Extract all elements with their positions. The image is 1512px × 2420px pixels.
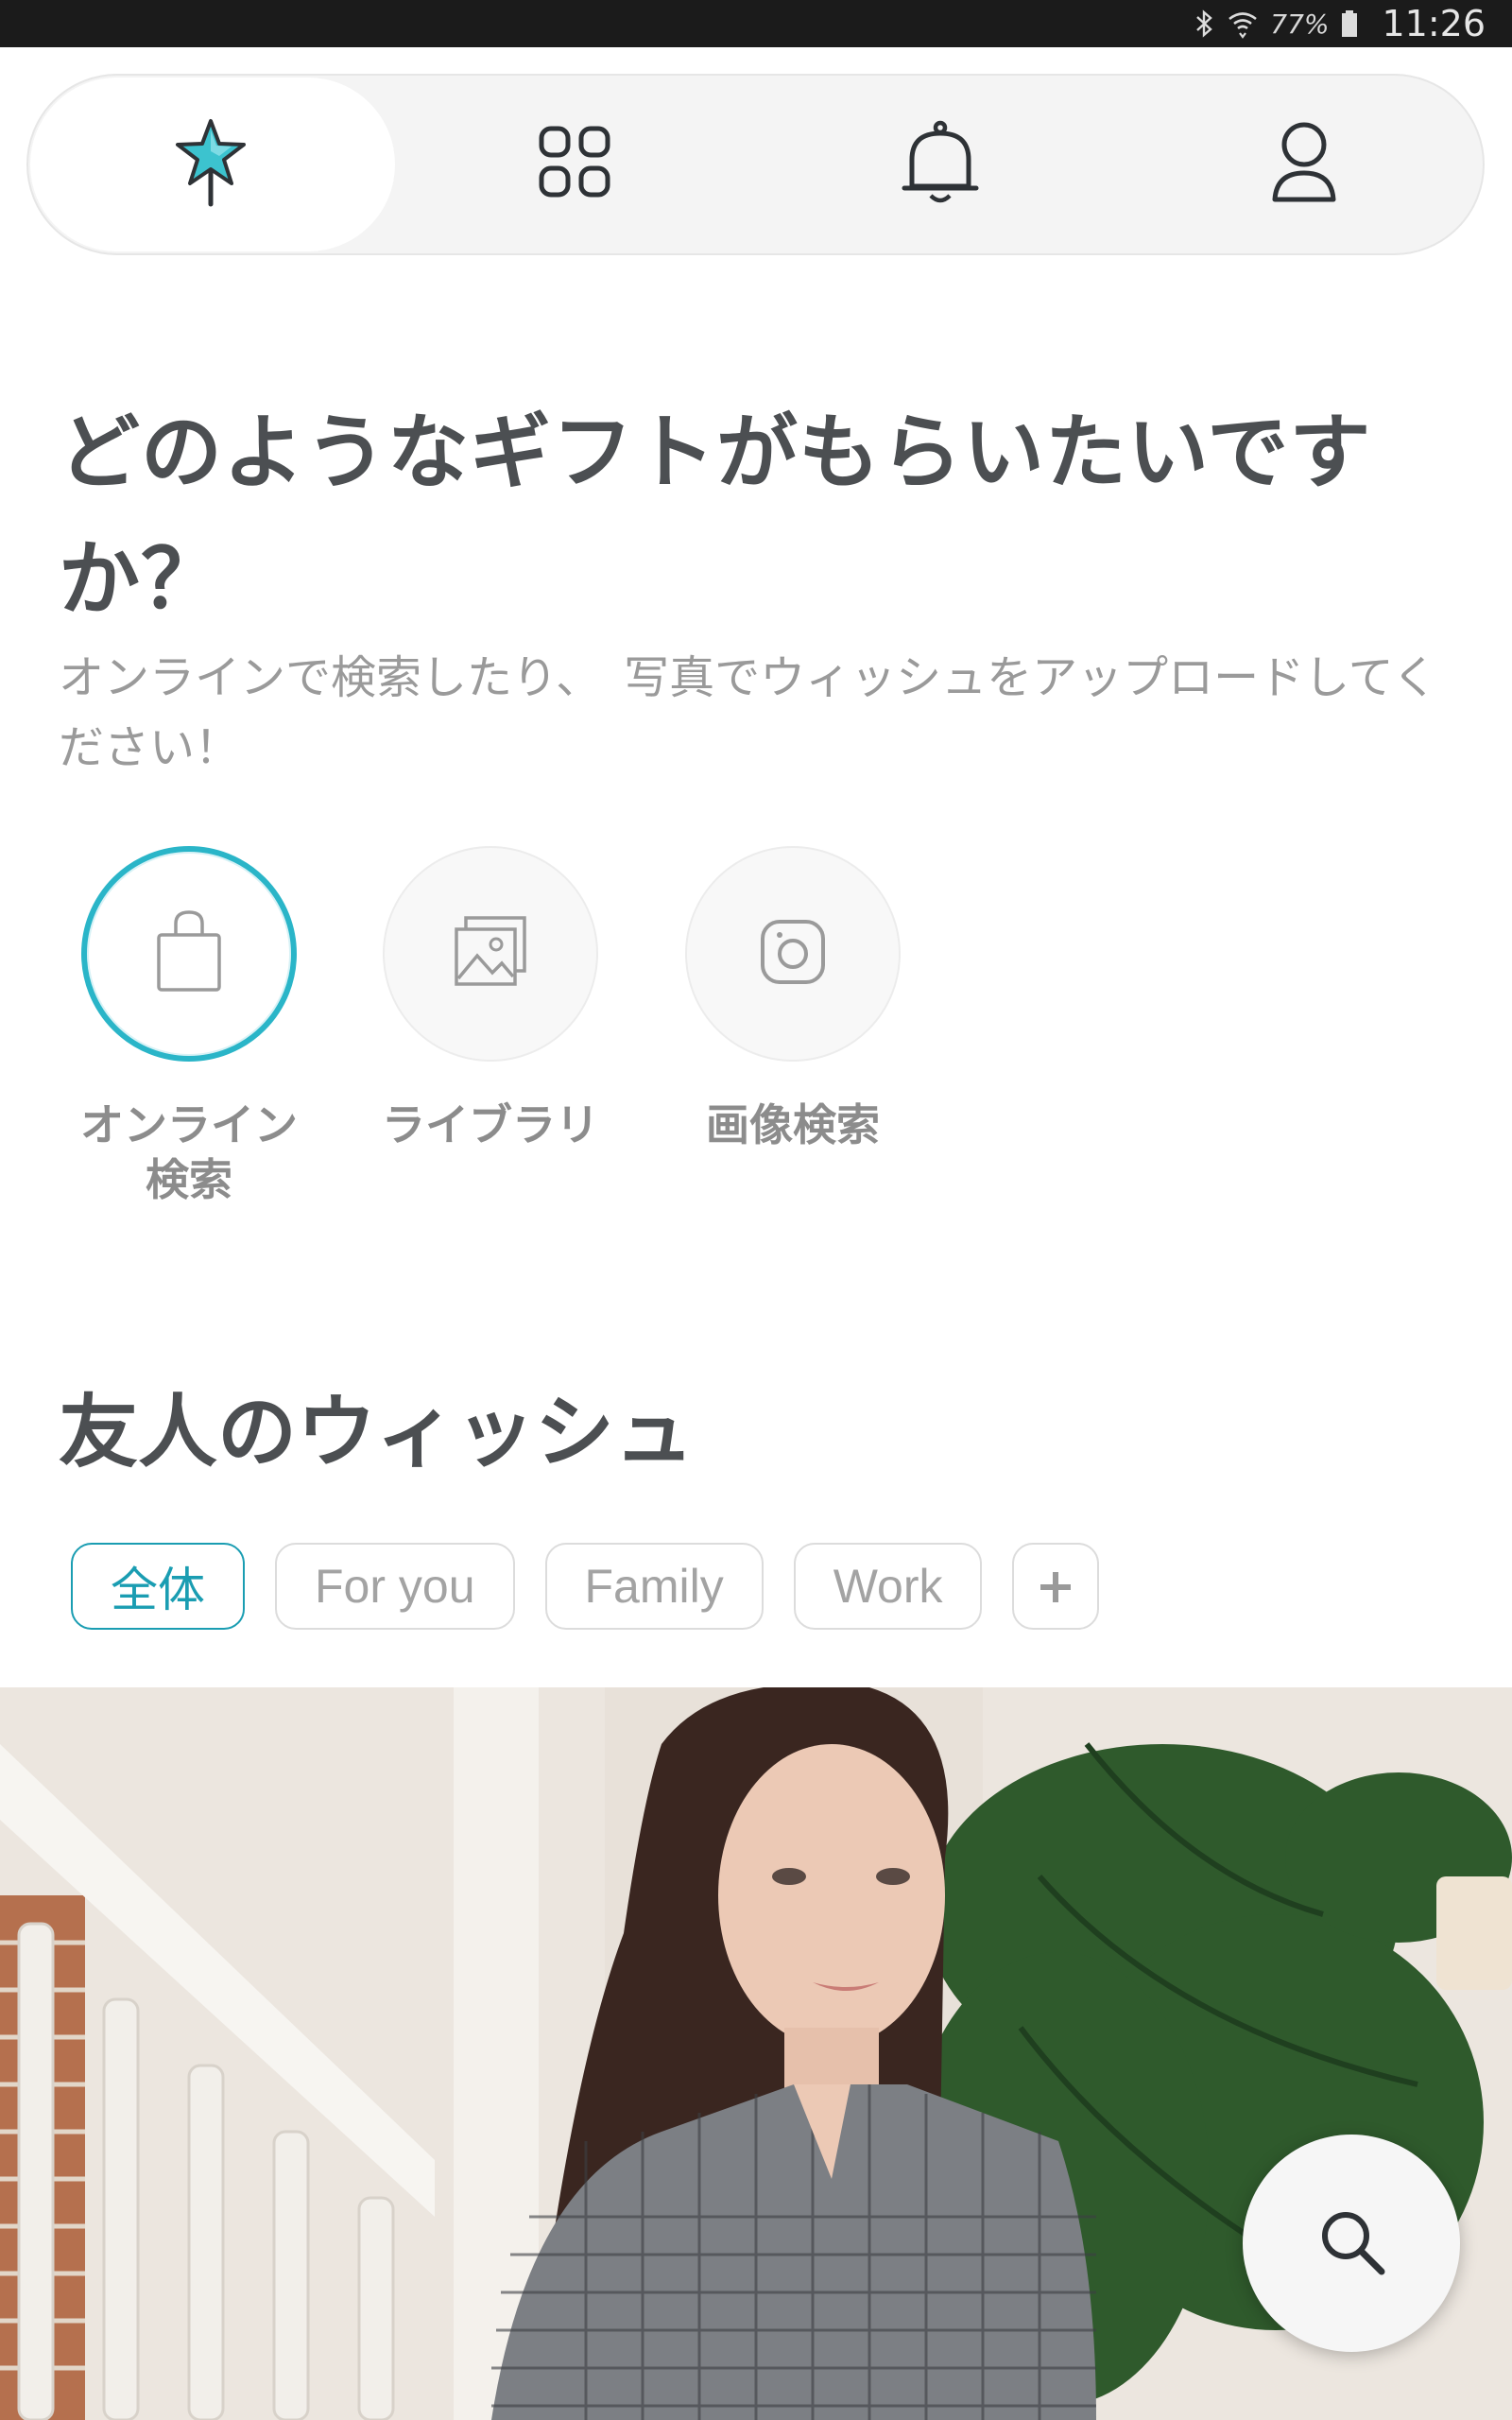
filter-chip-for-you[interactable]: For you [275, 1543, 515, 1630]
filter-chips: 全体 For you Family Work [71, 1543, 1100, 1630]
battery-icon [1340, 9, 1359, 39]
library-button[interactable]: ライブラリ [372, 846, 609, 1152]
battery-percent: 77% [1270, 8, 1330, 40]
add-filter-button[interactable] [1012, 1543, 1100, 1630]
filter-chip-work[interactable]: Work [793, 1543, 983, 1630]
filter-chip-family[interactable]: Family [544, 1543, 764, 1630]
filter-chip-all[interactable]: 全体 [71, 1543, 245, 1630]
nav-tab-apps[interactable] [393, 76, 758, 253]
online-search-label: オンライン 検索 [80, 1099, 298, 1205]
nav-tab-profile[interactable] [1122, 76, 1486, 253]
grid-icon [538, 125, 613, 204]
online-search-button[interactable]: オンライン 検索 [71, 846, 307, 1207]
nav-tab-wishlist[interactable] [28, 76, 393, 253]
floating-search-button[interactable] [1243, 2135, 1460, 2352]
camera-icon [757, 916, 829, 992]
search-icon [1315, 2205, 1387, 2281]
friends-wishes-title: 友人のウィッシュ [59, 1386, 695, 1478]
wifi-icon [1227, 9, 1259, 39]
bell-icon [901, 120, 980, 209]
image-search-button[interactable]: 画像検索 [675, 846, 911, 1152]
library-circle [383, 846, 598, 1062]
shopping-bag-icon [151, 907, 227, 1001]
online-search-circle [81, 846, 297, 1062]
gallery-icon [451, 912, 530, 995]
status-bar-right: 77% 11:26 [1194, 0, 1486, 47]
library-label: ライブラリ [382, 1099, 599, 1150]
image-search-circle [685, 846, 901, 1062]
star-wand-icon [173, 117, 249, 212]
status-bar: 77% 11:26 [0, 0, 1512, 47]
page-subtitle: オンラインで検索したり、 写真でウィッシュをアップロードしてください！ [59, 651, 1438, 774]
page-title: どのようなギフトがもらいたいですか？ [59, 406, 1372, 627]
bluetooth-icon [1194, 9, 1215, 39]
nav-tab-notifications[interactable] [758, 76, 1123, 253]
top-nav [26, 74, 1485, 255]
clock: 11:26 [1382, 3, 1486, 44]
plus-icon [1037, 1554, 1074, 1619]
person-icon [1271, 120, 1337, 209]
image-search-label: 画像検索 [706, 1099, 880, 1150]
